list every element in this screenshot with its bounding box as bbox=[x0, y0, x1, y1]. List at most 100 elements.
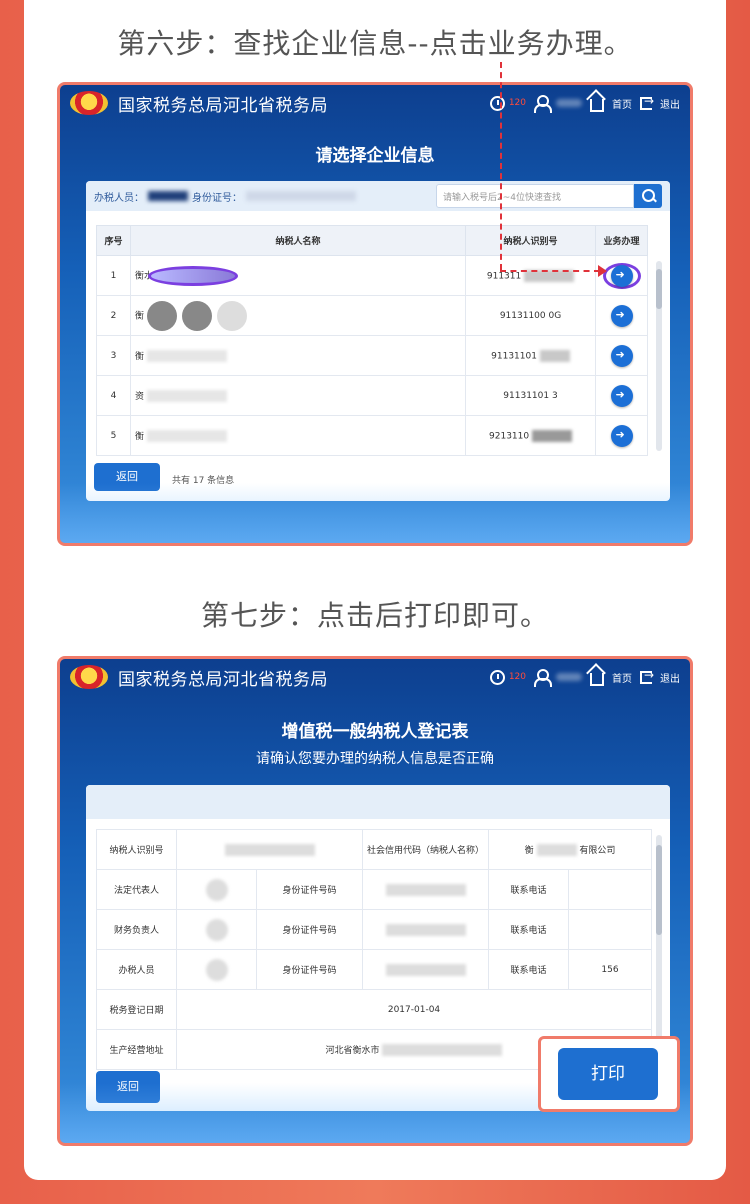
id-label: 身份证号： bbox=[192, 192, 242, 204]
tax-id: 91131101 3 bbox=[503, 390, 558, 401]
action-cell bbox=[595, 335, 648, 376]
scrollbar-thumb[interactable] bbox=[656, 845, 662, 935]
logout-link[interactable]: 退出 bbox=[660, 96, 680, 111]
arrow-right-icon[interactable] bbox=[610, 264, 633, 287]
label-cell: 法定代表人 bbox=[96, 869, 177, 910]
name-cell: 衡水 bbox=[130, 255, 466, 296]
taxid-cell: 9213110 bbox=[465, 415, 596, 456]
logout-icon[interactable] bbox=[640, 94, 654, 110]
label-cell: 财务负责人 bbox=[96, 909, 177, 950]
great-wall-decor bbox=[60, 483, 690, 543]
user-icon bbox=[534, 95, 552, 113]
search-input[interactable]: 请输入税号后2~4位快速查找 bbox=[436, 184, 634, 208]
arrow-right-icon[interactable] bbox=[610, 344, 633, 367]
redacted-bar bbox=[205, 958, 228, 981]
table-row[interactable]: 4 资 91131101 3 bbox=[96, 375, 648, 416]
value-cell bbox=[176, 909, 257, 950]
home-link[interactable]: 首页 bbox=[612, 670, 632, 685]
logout-icon[interactable] bbox=[640, 668, 654, 684]
company-name: 衡 bbox=[135, 311, 145, 321]
arrow-right-icon[interactable] bbox=[610, 384, 633, 407]
step6-title: 第六步：查找企业信息--点击业务办理。 bbox=[117, 27, 633, 60]
scrollbar[interactable] bbox=[656, 261, 662, 451]
home-icon[interactable] bbox=[590, 672, 604, 686]
arrow-head-icon bbox=[598, 265, 607, 277]
row-no: 4 bbox=[96, 375, 131, 416]
redacted-bar bbox=[385, 883, 466, 896]
value-cell: 衡 有限公司 bbox=[488, 829, 652, 870]
label-cell: 社会信用代码（纳税人名称） bbox=[362, 829, 489, 870]
value-cell bbox=[568, 869, 652, 910]
value-cell bbox=[176, 869, 257, 910]
label-cell: 生产经营地址 bbox=[96, 1029, 177, 1070]
value-cell bbox=[568, 909, 652, 950]
timer: 120 bbox=[508, 98, 526, 108]
info-table: 纳税人识别号 社会信用代码（纳税人名称） 衡 有限公司 法定代表人 身份证件号码… bbox=[96, 829, 652, 1070]
value-cell: 2017-01-04 bbox=[176, 989, 652, 1030]
company-prefix: 衡 bbox=[524, 845, 534, 856]
print-button[interactable]: 打印 bbox=[558, 1048, 658, 1100]
app-header: 国家税务总局河北省税务局 120 首页 退出 bbox=[60, 659, 690, 695]
taxid-cell: 911311 bbox=[465, 255, 596, 296]
scrollbar-thumb[interactable] bbox=[656, 269, 662, 309]
step7-title: 第七步：点击后打印即可。 bbox=[200, 599, 549, 632]
redacted-bar bbox=[146, 350, 227, 363]
name-cell: 衡 bbox=[130, 415, 466, 456]
company-name: 资 bbox=[135, 391, 145, 402]
scrollbar[interactable] bbox=[656, 835, 662, 1059]
col-header: 纳税人名称 bbox=[130, 225, 466, 256]
table-row[interactable]: 2 衡 91131100 0G bbox=[96, 295, 648, 336]
tax-id: 91131100 0G bbox=[499, 310, 562, 321]
redacted-bar bbox=[205, 918, 228, 941]
panel-subtitle: 请确认您要办理的纳税人信息是否正确 bbox=[256, 751, 494, 767]
table-row[interactable]: 3 衡 91131101 bbox=[96, 335, 648, 376]
taxid-cell: 91131101 3 bbox=[465, 375, 596, 416]
table-row[interactable]: 1 衡水 911311 bbox=[96, 255, 648, 296]
value-cell bbox=[362, 909, 489, 950]
print-highlight: 打印 bbox=[538, 1036, 680, 1112]
value-cell bbox=[176, 829, 363, 870]
app-title: 国家税务总局河北省税务局 bbox=[118, 669, 328, 690]
logout-link[interactable]: 退出 bbox=[660, 670, 680, 685]
row-no: 3 bbox=[96, 335, 131, 376]
taxid-cell: 91131100 0G bbox=[465, 295, 596, 336]
tax-id: 9213110 bbox=[489, 431, 530, 441]
home-icon[interactable] bbox=[590, 98, 604, 112]
step6-screenshot: 国家税务总局河北省税务局 120 首页 退出 请选择企业信息 办税人员： 身份证… bbox=[57, 82, 693, 546]
action-highlight bbox=[602, 262, 641, 289]
tax-id: 911311 bbox=[486, 271, 522, 281]
arrow-right-icon[interactable] bbox=[610, 304, 633, 327]
row-no: 1 bbox=[96, 255, 131, 296]
value-cell bbox=[362, 949, 489, 990]
taxpayer-label: 办税人员： bbox=[94, 192, 144, 204]
row-no: 2 bbox=[96, 295, 131, 336]
arrow-right-icon[interactable] bbox=[610, 424, 633, 447]
label-cell: 纳税人识别号 bbox=[96, 829, 177, 870]
timer: 120 bbox=[508, 672, 526, 682]
clock-icon bbox=[489, 95, 505, 111]
app-header: 国家税务总局河北省税务局 120 首页 退出 bbox=[60, 85, 690, 121]
redact-dot bbox=[146, 300, 177, 331]
emblem-icon bbox=[70, 91, 108, 115]
table-row[interactable]: 5 衡 9213110 bbox=[96, 415, 648, 456]
home-link[interactable]: 首页 bbox=[612, 96, 632, 111]
redacted-bar bbox=[536, 844, 577, 857]
redacted-bar bbox=[385, 923, 466, 936]
clock-icon bbox=[489, 669, 505, 685]
label-cell: 联系电话 bbox=[488, 869, 569, 910]
user-icon bbox=[534, 669, 552, 687]
annotation-line bbox=[500, 62, 502, 270]
search-button[interactable] bbox=[634, 184, 662, 208]
action-cell bbox=[595, 295, 648, 336]
label-cell: 联系电话 bbox=[488, 949, 569, 990]
redacted-bar bbox=[382, 1044, 503, 1057]
col-header: 纳税人识别号 bbox=[465, 225, 596, 256]
highlight-circle bbox=[147, 265, 238, 286]
company-table: 序号 纳税人名称 纳税人识别号 业务办理 1 衡水 911311 ➜ 2 衡 9… bbox=[96, 225, 648, 456]
tax-id: 91131101 bbox=[491, 351, 537, 361]
panel-title: 请选择企业信息 bbox=[315, 146, 435, 166]
username-blur bbox=[556, 99, 582, 107]
redacted-bar bbox=[385, 963, 466, 976]
action-cell bbox=[595, 415, 648, 456]
name-cell: 衡 bbox=[130, 295, 466, 336]
